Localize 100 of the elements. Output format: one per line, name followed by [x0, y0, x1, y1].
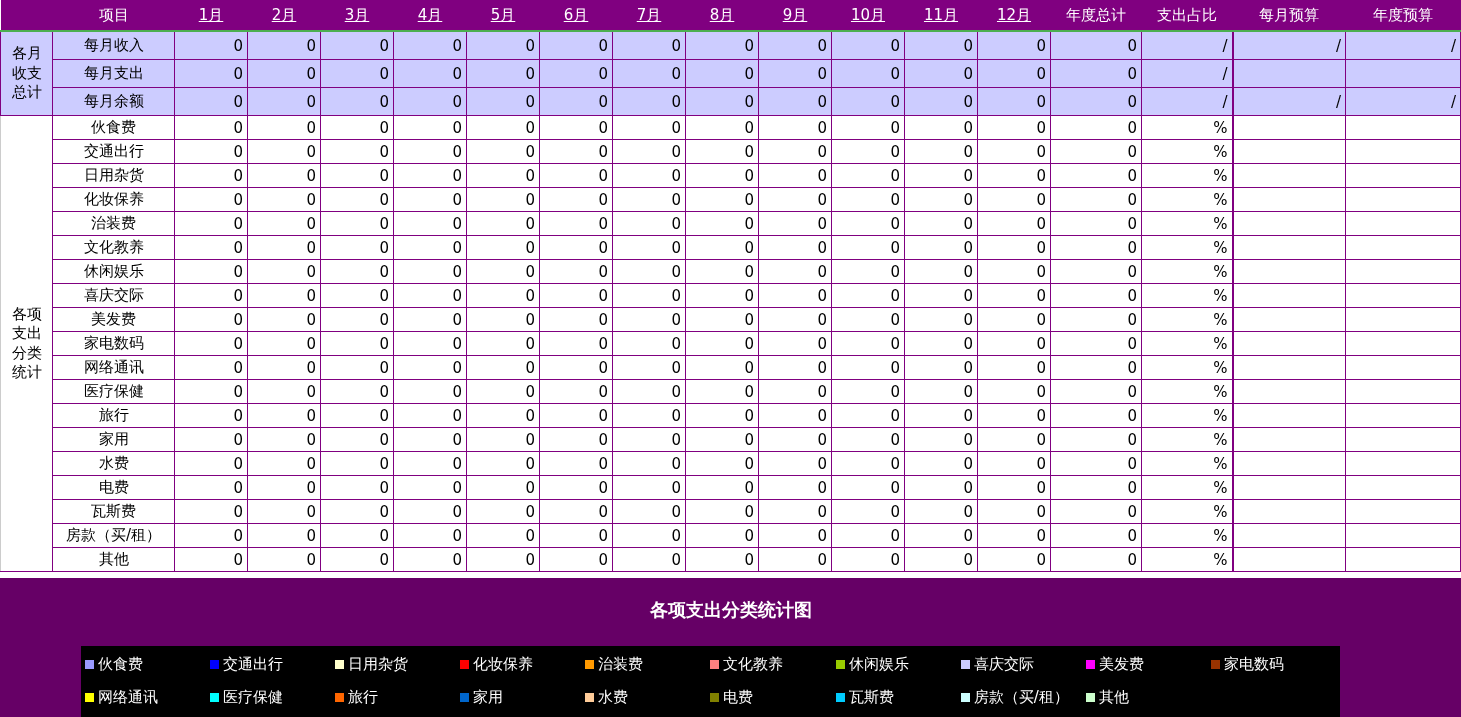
- table-cell: 0: [758, 259, 832, 284]
- table-cell: 0: [977, 59, 1051, 88]
- table-cell: 0: [539, 379, 613, 404]
- table-cell: 0: [393, 139, 467, 164]
- table-cell: 0: [466, 59, 540, 88]
- table-cell: 0: [466, 163, 540, 188]
- table-cell: /: [1232, 31, 1346, 60]
- table-cell: /: [1141, 87, 1233, 116]
- table-cell: 0: [466, 499, 540, 524]
- table-cell: /: [1345, 87, 1461, 116]
- table-cell: 0: [393, 283, 467, 308]
- table-cell: 0: [174, 379, 248, 404]
- table-cell: 0: [977, 283, 1051, 308]
- column-header: 5月: [490, 5, 516, 24]
- table-cell: 0: [539, 307, 613, 332]
- legend-label: 家用: [473, 688, 504, 707]
- table-cell: 0: [977, 547, 1051, 572]
- table-cell: 0: [247, 307, 321, 332]
- table-cell: 0: [247, 451, 321, 476]
- legend-label: 家电数码: [1223, 655, 1284, 674]
- table-cell: 0: [320, 475, 394, 500]
- row-label: 喜庆交际: [52, 283, 175, 308]
- table-cell: 0: [320, 163, 394, 188]
- table-cell: 0: [904, 163, 978, 188]
- table-cell: 0: [831, 87, 905, 116]
- table-cell: 0: [320, 115, 394, 140]
- table-cell: 0: [977, 235, 1051, 260]
- table-cell: 0: [539, 115, 613, 140]
- table-cell: 0: [539, 283, 613, 308]
- legend-label: 文化教养: [723, 655, 784, 674]
- column-header: 年度总计: [1050, 0, 1142, 31]
- table-cell: 0: [904, 235, 978, 260]
- table-cell: 0: [831, 235, 905, 260]
- table-cell: 0: [977, 355, 1051, 380]
- table-cell: 0: [758, 379, 832, 404]
- group-label: 各项支出分类统计: [0, 115, 53, 572]
- table-cell: 0: [904, 403, 978, 428]
- row-label: 交通出行: [52, 139, 175, 164]
- table-cell: 0: [320, 87, 394, 116]
- column-header: 12月: [996, 5, 1032, 24]
- table-cell: 0: [393, 307, 467, 332]
- table-cell: 0: [904, 187, 978, 212]
- table-cell: 0: [393, 115, 467, 140]
- table-cell: 0: [320, 379, 394, 404]
- legend-label: 喜庆交际: [973, 655, 1034, 674]
- row-label: 瓦斯费: [52, 499, 175, 524]
- table-cell: 0: [612, 331, 686, 356]
- table-cell: 0: [247, 259, 321, 284]
- table-cell: 0: [977, 523, 1051, 548]
- table-cell: 0: [393, 523, 467, 548]
- table-cell: 0: [977, 331, 1051, 356]
- table-cell: 0: [685, 211, 759, 236]
- table-cell: /: [1141, 59, 1233, 88]
- table-cell: 0: [393, 499, 467, 524]
- column-header: 3月: [344, 5, 370, 24]
- legend-label: 美发费: [1098, 655, 1144, 674]
- chart-title: 各项支出分类统计图: [649, 598, 812, 622]
- table-cell: 0: [174, 163, 248, 188]
- column-header: 每月预算: [1232, 0, 1346, 31]
- table-cell: 0: [393, 475, 467, 500]
- table-cell: /: [1232, 87, 1346, 116]
- column-header: 4月: [417, 5, 443, 24]
- table-cell: 0: [904, 475, 978, 500]
- table-cell: 0: [831, 31, 905, 60]
- table-cell: 0: [247, 355, 321, 380]
- table-cell: 0: [612, 139, 686, 164]
- legend-label: 治装费: [598, 655, 644, 674]
- table-cell: 0: [831, 115, 905, 140]
- table-cell: 0: [320, 427, 394, 452]
- table-cell: 0: [320, 283, 394, 308]
- table-cell: 0: [685, 139, 759, 164]
- table-cell: 0: [247, 547, 321, 572]
- table-cell: 0: [612, 283, 686, 308]
- table-cell: 0: [904, 259, 978, 284]
- table-cell: 0: [1050, 235, 1142, 260]
- table-cell: 0: [685, 283, 759, 308]
- table-cell: 0: [466, 283, 540, 308]
- table-cell: 0: [904, 355, 978, 380]
- table-cell: 0: [977, 139, 1051, 164]
- table-cell: 0: [247, 115, 321, 140]
- table-cell: 0: [612, 259, 686, 284]
- table-cell: 0: [393, 451, 467, 476]
- table-cell: 0: [466, 475, 540, 500]
- table-cell: 0: [831, 331, 905, 356]
- table-cell: 0: [466, 259, 540, 284]
- table-cell: 0: [977, 475, 1051, 500]
- table-cell: 0: [758, 87, 832, 116]
- table-cell: /: [1141, 31, 1233, 60]
- table-cell: 0: [1050, 403, 1142, 428]
- table-cell: 0: [466, 87, 540, 116]
- group-label: 各月收支总计: [0, 31, 53, 116]
- table-cell: 0: [685, 259, 759, 284]
- row-label: 电费: [52, 475, 175, 500]
- table-cell: 0: [904, 331, 978, 356]
- row-label: 伙食费: [52, 115, 175, 140]
- table-cell: 0: [977, 31, 1051, 60]
- table-cell: 0: [612, 547, 686, 572]
- table-cell: 0: [174, 499, 248, 524]
- table-cell: 0: [612, 427, 686, 452]
- table-cell: 0: [977, 211, 1051, 236]
